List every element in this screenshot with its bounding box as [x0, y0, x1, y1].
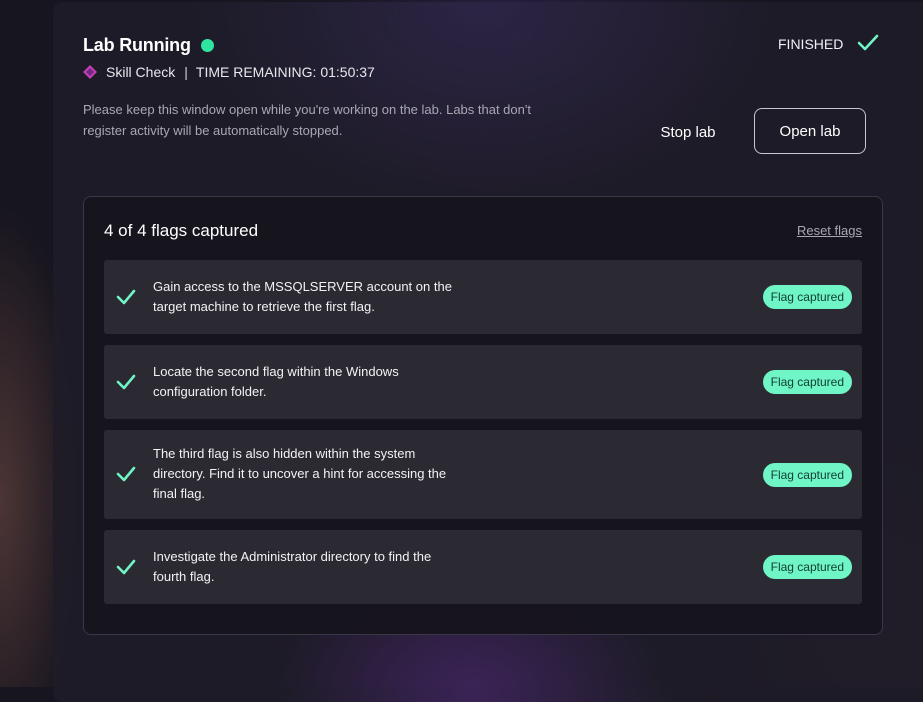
check-icon	[115, 556, 137, 578]
flag-description: Investigate the Administrator directory …	[153, 549, 432, 584]
flag-captured-badge: Flag captured	[762, 555, 852, 579]
time-remaining: TIME REMAINING: 01:50:37	[195, 64, 375, 80]
flag-captured-badge: Flag captured	[762, 285, 852, 309]
flag-item-4: Investigate the Administrator directory …	[104, 530, 862, 604]
flag-item-2: Locate the second flag within the Window…	[104, 345, 862, 419]
open-lab-button[interactable]: Open lab	[754, 108, 866, 154]
check-icon	[115, 371, 137, 393]
check-icon	[115, 286, 137, 308]
flag-captured-badge: Flag captured	[762, 463, 852, 487]
finished-indicator: FINISHED	[778, 34, 879, 54]
flag-item-1: Gain access to the MSSQLSERVER account o…	[104, 260, 862, 334]
skill-check-icon	[83, 65, 97, 79]
flag-captured-badge: Flag captured	[762, 370, 852, 394]
lab-category: Skill Check	[106, 64, 176, 80]
lab-title: Lab Running	[83, 34, 191, 55]
lab-meta: Skill Check | TIME REMAINING: 01:50:37	[83, 63, 375, 81]
reset-flags-link[interactable]: Reset flags	[797, 223, 862, 238]
flag-description: Gain access to the MSSQLSERVER account o…	[153, 279, 452, 314]
activity-notice: Please keep this window open while you'r…	[83, 102, 531, 138]
flags-panel: 4 of 4 flags captured Reset flags Gain a…	[83, 196, 883, 635]
lab-status-header: Lab Running	[83, 35, 214, 55]
flags-summary: 4 of 4 flags captured	[104, 221, 259, 240]
finished-label: FINISHED	[778, 36, 844, 52]
flag-description: The third flag is also hidden within the…	[153, 446, 447, 501]
meta-separator: |	[184, 64, 188, 80]
check-icon	[115, 463, 137, 485]
flag-description: Locate the second flag within the Window…	[153, 364, 399, 399]
flag-item-3: The third flag is also hidden within the…	[104, 430, 862, 519]
stop-lab-button[interactable]: Stop lab	[650, 114, 726, 150]
checkmark-icon	[857, 34, 879, 55]
running-status-dot	[200, 38, 214, 52]
